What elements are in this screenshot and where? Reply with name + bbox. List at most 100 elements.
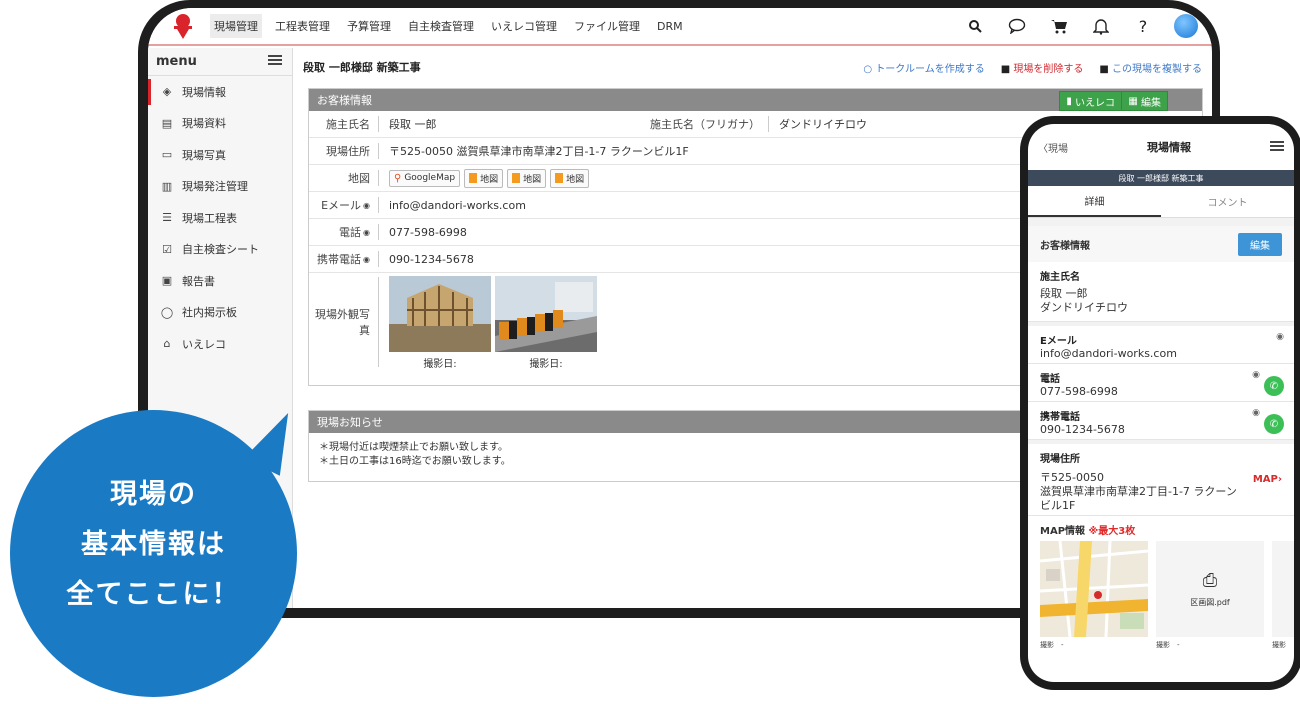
pdf-icon bbox=[512, 173, 521, 183]
create-talkroom-link[interactable]: ○ トークルームを作成する bbox=[863, 60, 984, 75]
phone-phone-label: 電話 bbox=[1040, 374, 1060, 385]
phone-email-value[interactable]: info@dandori-works.com bbox=[1040, 347, 1282, 361]
call-icon[interactable]: ✆ bbox=[1264, 414, 1284, 434]
sidebar-item-label: 自主検査シート bbox=[182, 243, 259, 257]
map-pdf-button-1[interactable]: 地図 bbox=[464, 168, 504, 188]
nav-iereco-management[interactable]: いえレコ管理 bbox=[487, 14, 561, 38]
iereco-button[interactable]: ▮ いえレコ bbox=[1059, 91, 1122, 111]
eye-off-icon[interactable]: ◉ bbox=[363, 201, 370, 210]
sidebar-item-bulletin[interactable]: ◯ 社内掲示板 bbox=[148, 297, 292, 329]
sidebar-item-iereco[interactable]: ⌂ いえレコ bbox=[148, 328, 292, 360]
customer-panel-header: お客様情報 ▮ いえレコ ▦ 編集 bbox=[309, 89, 1202, 111]
phone-address-value: 滋賀県草津市南草津2丁目-1-7 ラクーンビル1F bbox=[1040, 485, 1237, 512]
phone-mapinfo-header: MAP情報 ※最大3枚 bbox=[1028, 516, 1294, 537]
house-icon: ▮ bbox=[1066, 95, 1075, 107]
pdf-thumb[interactable]: ⎙ 区画図.pdf bbox=[1156, 541, 1264, 637]
sidebar-item-order-management[interactable]: ▥ 現場発注管理 bbox=[148, 171, 292, 203]
tab-detail[interactable]: 詳細 bbox=[1028, 186, 1161, 217]
page-title: 段取 一郎様邸 新築工事 bbox=[303, 61, 421, 74]
delete-site-link[interactable]: ■ 現場を削除する bbox=[1001, 60, 1084, 75]
sidebar-item-site-photos[interactable]: ▭ 現場写真 bbox=[148, 139, 292, 171]
cart-icon[interactable] bbox=[1048, 15, 1070, 37]
eye-off-icon[interactable]: ◉ bbox=[363, 255, 370, 264]
sidebar-item-site-info[interactable]: ◈ 現場情報 bbox=[148, 76, 292, 108]
mapinfo-label: MAP情報 bbox=[1040, 526, 1086, 537]
copy-icon: ■ bbox=[1099, 63, 1109, 75]
phone-zip: 〒525-0050 bbox=[1040, 471, 1104, 484]
nav-schedule-management[interactable]: 工程表管理 bbox=[271, 14, 334, 38]
photo-icon: ▭ bbox=[161, 148, 173, 162]
app-logo[interactable] bbox=[168, 11, 198, 41]
map-thumb-1[interactable]: 撮影 - bbox=[1040, 541, 1148, 650]
back-button[interactable]: 〈現場 bbox=[1038, 140, 1068, 155]
photo-item-1[interactable]: 撮影日: bbox=[389, 276, 491, 370]
phone-email-block: Eメール info@dandori-works.com ◉ bbox=[1028, 326, 1294, 364]
call-icon[interactable]: ✆ bbox=[1264, 376, 1284, 396]
sidebar-item-label: 現場写真 bbox=[182, 148, 226, 162]
site-address-label: 現場住所 bbox=[309, 143, 379, 159]
create-talkroom-label: トークルームを作成する bbox=[875, 63, 985, 75]
eye-off-icon[interactable]: ◉ bbox=[1276, 332, 1284, 342]
sidebar-item-inspection-sheet[interactable]: ☑ 自主検査シート bbox=[148, 234, 292, 266]
hamburger-icon[interactable] bbox=[268, 54, 282, 69]
page-actions: ○ トークルームを作成する ■ 現場を削除する ■ この現場を複製する bbox=[863, 60, 1202, 75]
owner-name-value: 段取 一郎 bbox=[389, 118, 437, 131]
gantt-icon: ☰ bbox=[162, 211, 172, 225]
edit-button-label: 編集 bbox=[1141, 97, 1161, 109]
sidebar-item-site-schedule[interactable]: ☰ 現場工程表 bbox=[148, 202, 292, 234]
phone-owner-name: 段取 一郎 bbox=[1040, 287, 1088, 300]
phone-tabs: 詳細 コメント bbox=[1028, 186, 1294, 218]
eye-off-icon[interactable]: ◉ bbox=[363, 228, 370, 237]
phone-section-title: お客様情報 bbox=[1040, 240, 1090, 252]
nav-site-management[interactable]: 現場管理 bbox=[210, 14, 262, 38]
map-link[interactable]: MAP› bbox=[1253, 474, 1282, 485]
photo-item-2[interactable]: 撮影日: bbox=[495, 276, 597, 370]
map-thumb-2[interactable]: ⎙ 区画図.pdf 撮影 - bbox=[1156, 541, 1264, 650]
edit-button[interactable]: ▦ 編集 bbox=[1121, 91, 1168, 111]
map-link-label: MAP bbox=[1252, 474, 1278, 485]
googlemap-button[interactable]: ⚲ GoogleMap bbox=[389, 169, 461, 187]
phone-edit-button[interactable]: 編集 bbox=[1238, 232, 1282, 256]
owner-name-label: 施主氏名 bbox=[309, 116, 379, 132]
order-icon: ▥ bbox=[161, 179, 173, 193]
sidebar-item-site-docs[interactable]: ▤ 現場資料 bbox=[148, 108, 292, 140]
sidebar-item-report[interactable]: ▣ 報告書 bbox=[148, 265, 292, 297]
site-photo-2[interactable] bbox=[495, 276, 597, 352]
photo-list: 撮影日: 撮影日: bbox=[379, 274, 597, 370]
bell-icon[interactable] bbox=[1090, 15, 1112, 37]
avatar[interactable] bbox=[1174, 14, 1198, 38]
mobile-label-text: 携帯電話 bbox=[317, 253, 362, 266]
search-icon[interactable] bbox=[964, 15, 986, 37]
nav-budget-management[interactable]: 予算管理 bbox=[343, 14, 395, 38]
mobile-label: 携帯電話 ◉ bbox=[309, 251, 379, 267]
map-label: 地図 bbox=[309, 170, 379, 186]
callout-line-2: 基本情報は bbox=[81, 529, 226, 560]
eye-off-icon[interactable]: ◉ bbox=[1252, 408, 1260, 418]
map-image-partial[interactable] bbox=[1272, 541, 1294, 637]
site-photo-1[interactable] bbox=[389, 276, 491, 352]
sidebar-header: menu bbox=[148, 48, 292, 76]
map-thumb-3[interactable]: 撮影 bbox=[1272, 541, 1294, 650]
title-bar: 段取 一郎様邸 新築工事 ○ トークルームを作成する ■ 現場を削除する ■ こ… bbox=[303, 48, 1208, 86]
help-icon[interactable]: ? bbox=[1132, 15, 1154, 37]
map-pdf-button-3[interactable]: 地図 bbox=[550, 168, 590, 188]
map-image[interactable] bbox=[1040, 541, 1148, 637]
back-label: 現場 bbox=[1048, 143, 1068, 155]
pdf-filename: 区画図.pdf bbox=[1190, 598, 1230, 607]
delete-site-label: 現場を削除する bbox=[1013, 63, 1084, 75]
phone-phone-block: 電話 077-598-6998 ◉ ✆ bbox=[1028, 364, 1294, 402]
check-icon: ☑ bbox=[162, 242, 172, 256]
mobile-value: 090-1234-5678 bbox=[389, 252, 474, 266]
map-pdf-button-2[interactable]: 地図 bbox=[507, 168, 547, 188]
copy-site-link[interactable]: ■ この現場を複製する bbox=[1099, 60, 1202, 75]
phone-email-label: Eメール bbox=[1040, 336, 1077, 347]
chat-icon[interactable] bbox=[1006, 15, 1028, 37]
nav-drm[interactable]: DRM bbox=[653, 16, 687, 37]
tab-comment[interactable]: コメント bbox=[1161, 186, 1294, 217]
email-label-text: Eメール bbox=[321, 199, 362, 212]
nav-inspection-management[interactable]: 自主検査管理 bbox=[404, 14, 478, 38]
hamburger-icon[interactable] bbox=[1270, 140, 1284, 154]
nav-file-management[interactable]: ファイル管理 bbox=[570, 14, 644, 38]
sidebar-item-label: 報告書 bbox=[182, 274, 215, 288]
eye-off-icon[interactable]: ◉ bbox=[1252, 370, 1260, 380]
